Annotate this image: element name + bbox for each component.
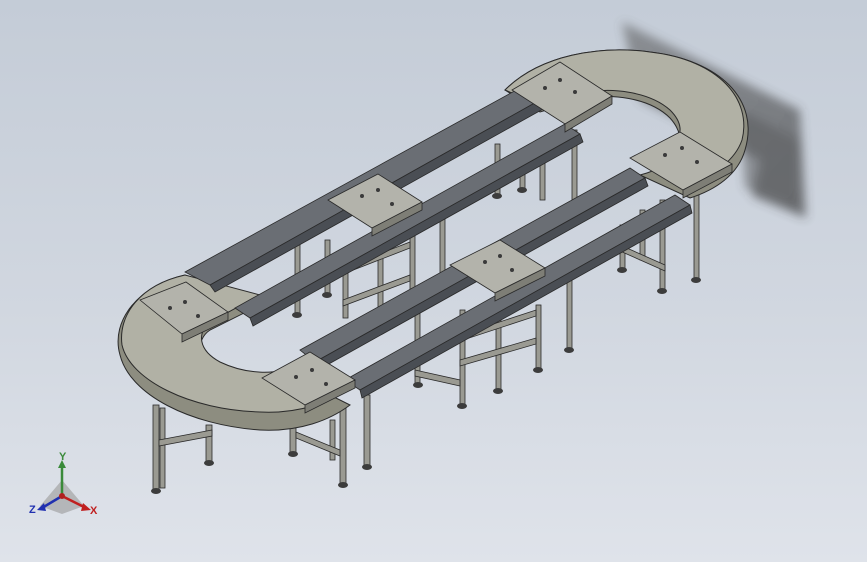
cad-viewport[interactable]: Y X Z: [0, 0, 867, 562]
orientation-triad: [37, 460, 91, 514]
axis-z-label: Z: [29, 504, 36, 516]
axis-x-label: X: [90, 505, 98, 517]
axis-y-label: Y: [59, 451, 67, 463]
